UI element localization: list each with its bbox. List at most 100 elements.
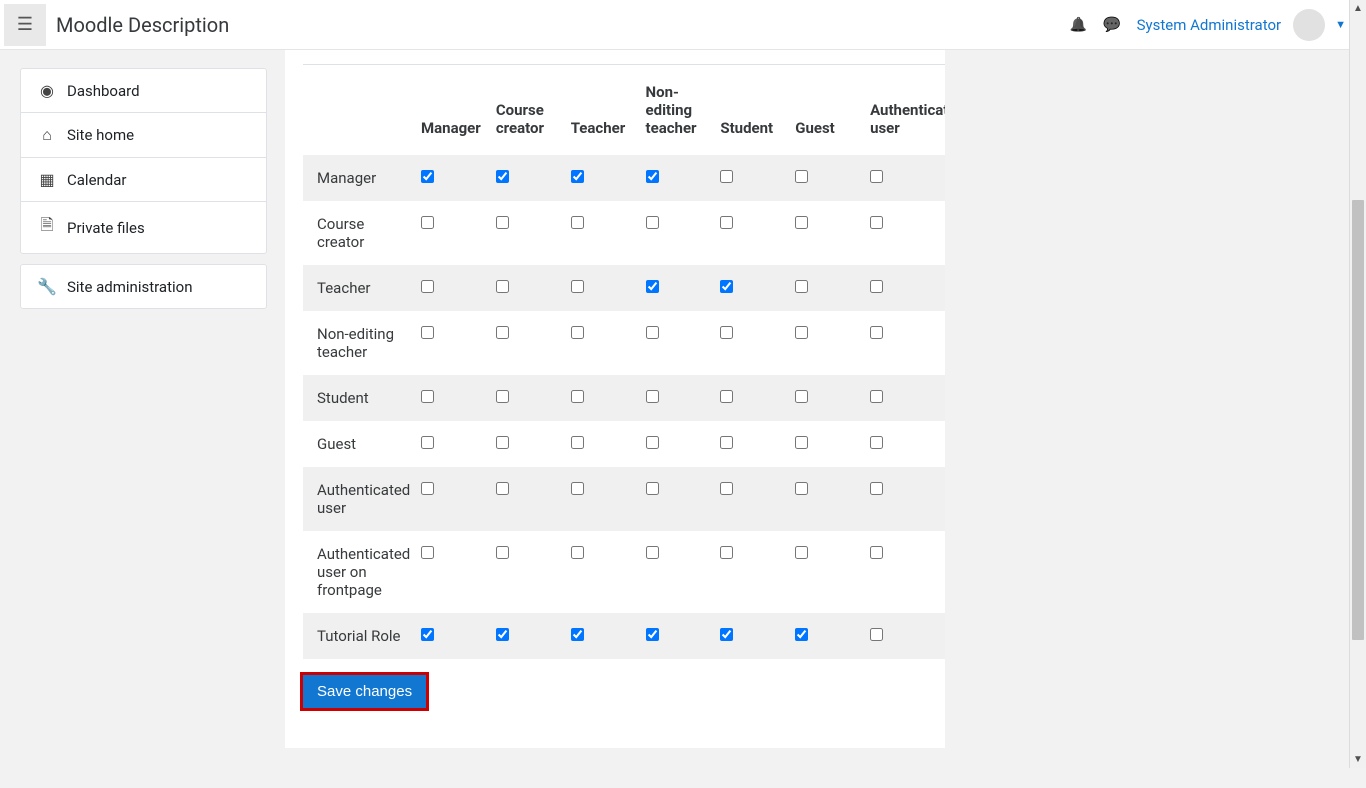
role-checkbox[interactable]	[795, 280, 808, 293]
role-checkbox[interactable]	[720, 628, 733, 641]
role-checkbox[interactable]	[571, 436, 584, 449]
sidebar-item-site-administration[interactable]: 🔧Site administration	[21, 265, 266, 308]
column-header: Non-editing teacher	[646, 65, 721, 155]
role-checkbox[interactable]	[720, 170, 733, 183]
role-checkbox[interactable]	[496, 436, 509, 449]
role-checkbox[interactable]	[571, 326, 584, 339]
table-row: Tutorial Role	[303, 613, 945, 659]
role-checkbox[interactable]	[496, 216, 509, 229]
brand-link[interactable]: Moodle Description	[56, 13, 229, 37]
table-row: Guest	[303, 421, 945, 467]
role-checkbox[interactable]	[720, 482, 733, 495]
role-checkbox[interactable]	[496, 628, 509, 641]
role-checkbox[interactable]	[646, 546, 659, 559]
role-checkbox[interactable]	[720, 390, 733, 403]
role-checkbox[interactable]	[571, 546, 584, 559]
role-checkbox[interactable]	[795, 390, 808, 403]
role-checkbox[interactable]	[496, 390, 509, 403]
role-checkbox[interactable]	[870, 170, 883, 183]
notifications-button[interactable]	[1062, 16, 1095, 34]
role-checkbox[interactable]	[421, 482, 434, 495]
sidebar-item-site-home[interactable]: ⌂Site home	[21, 113, 266, 157]
user-menu-link[interactable]: System Administrator	[1129, 16, 1289, 34]
role-checkbox[interactable]	[421, 628, 434, 641]
role-checkbox[interactable]	[795, 436, 808, 449]
role-checkbox[interactable]	[421, 326, 434, 339]
role-checkbox[interactable]	[571, 280, 584, 293]
role-checkbox[interactable]	[870, 280, 883, 293]
row-label: Teacher	[303, 265, 421, 311]
role-checkbox[interactable]	[720, 546, 733, 559]
role-checkbox[interactable]	[870, 216, 883, 229]
role-checkbox[interactable]	[646, 216, 659, 229]
row-label: Tutorial Role	[303, 613, 421, 659]
avatar[interactable]	[1293, 9, 1325, 41]
role-checkbox[interactable]	[496, 482, 509, 495]
role-checkbox[interactable]	[571, 216, 584, 229]
nav-toggle-button[interactable]: ☰	[4, 4, 46, 46]
top-navbar: ☰ Moodle Description System Administrato…	[0, 0, 1366, 50]
role-checkbox[interactable]	[421, 390, 434, 403]
dashboard-icon: ◉	[37, 81, 57, 100]
role-checkbox[interactable]	[496, 326, 509, 339]
table-row: Authenticated user	[303, 467, 945, 531]
role-checkbox[interactable]	[870, 326, 883, 339]
role-checkbox[interactable]	[720, 216, 733, 229]
sidebar-item-private-files[interactable]: 🗎Private files	[21, 202, 266, 253]
role-checkbox[interactable]	[720, 326, 733, 339]
role-checkbox[interactable]	[795, 326, 808, 339]
role-checkbox[interactable]	[646, 170, 659, 183]
table-row: Teacher	[303, 265, 945, 311]
role-checkbox[interactable]	[496, 546, 509, 559]
role-checkbox[interactable]	[720, 436, 733, 449]
sidebar-item-label: Calendar	[67, 171, 127, 189]
role-checkbox[interactable]	[646, 436, 659, 449]
sidebar-item-dashboard[interactable]: ◉ Dashboard	[21, 69, 266, 112]
wrench-icon: 🔧	[37, 277, 57, 296]
role-checkbox[interactable]	[870, 436, 883, 449]
role-checkbox[interactable]	[870, 628, 883, 641]
row-label: Authenticated user	[303, 467, 421, 531]
user-menu-caret[interactable]: ▼	[1325, 19, 1350, 31]
sidebar: ◉ Dashboard ⌂Site home▦Calendar🗎Private fi…	[0, 50, 285, 788]
role-checkbox[interactable]	[795, 546, 808, 559]
role-checkbox[interactable]	[496, 170, 509, 183]
bell-icon	[1070, 16, 1087, 33]
scroll-down-button[interactable]: ▼	[1350, 751, 1366, 768]
content-card: ManagerCourse creatorTeacherNon-editing …	[285, 50, 945, 748]
sidebar-item-label: Dashboard	[67, 82, 140, 100]
messages-button[interactable]	[1095, 16, 1128, 34]
role-checkbox[interactable]	[870, 546, 883, 559]
sidebar-item-calendar[interactable]: ▦Calendar	[21, 158, 266, 201]
role-checkbox[interactable]	[720, 280, 733, 293]
role-checkbox[interactable]	[870, 390, 883, 403]
sidebar-nav-admin: 🔧Site administration	[20, 264, 267, 309]
role-checkbox[interactable]	[646, 482, 659, 495]
role-checkbox[interactable]	[646, 390, 659, 403]
role-checkbox[interactable]	[421, 216, 434, 229]
role-checkbox[interactable]	[646, 280, 659, 293]
scroll-up-button[interactable]: ▲	[1350, 0, 1366, 17]
role-checkbox[interactable]	[795, 216, 808, 229]
role-checkbox[interactable]	[870, 482, 883, 495]
role-checkbox[interactable]	[795, 170, 808, 183]
role-checkbox[interactable]	[571, 170, 584, 183]
caret-down-icon: ▼	[1335, 19, 1346, 31]
role-checkbox[interactable]	[795, 482, 808, 495]
role-checkbox[interactable]	[571, 390, 584, 403]
role-checkbox[interactable]	[421, 170, 434, 183]
role-checkbox[interactable]	[421, 280, 434, 293]
role-checkbox[interactable]	[646, 628, 659, 641]
role-checkbox[interactable]	[795, 628, 808, 641]
table-row: Authenticated user on frontpage	[303, 531, 945, 613]
role-checkbox[interactable]	[571, 628, 584, 641]
role-checkbox[interactable]	[646, 326, 659, 339]
role-checkbox[interactable]	[496, 280, 509, 293]
role-checkbox[interactable]	[421, 546, 434, 559]
role-checkbox[interactable]	[421, 436, 434, 449]
role-checkbox[interactable]	[571, 482, 584, 495]
scroll-thumb[interactable]	[1352, 200, 1364, 640]
vertical-scrollbar[interactable]: ▲ ▼	[1349, 0, 1366, 768]
save-changes-button[interactable]: Save changes	[303, 675, 426, 708]
file-icon: 🗎	[37, 214, 57, 241]
